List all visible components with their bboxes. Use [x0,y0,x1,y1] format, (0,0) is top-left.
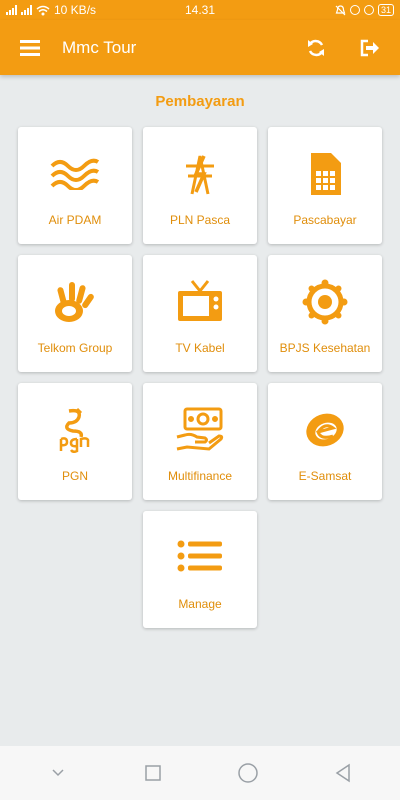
recents-button[interactable] [138,758,168,788]
payment-item-label: E-Samsat [298,469,352,483]
electric-tower-icon [173,149,227,199]
payment-item-label: Multifinance [167,469,233,483]
sim-card-icon [298,149,352,199]
payment-item-label: PGN [61,469,88,483]
menu-icon[interactable] [18,36,42,60]
payment-item-multifinance[interactable]: Multifinance [143,383,257,500]
battery-icon: 31 [377,4,394,16]
payment-item-label: TV Kabel [175,341,225,355]
chevron-down-icon[interactable] [43,758,73,788]
payment-item-label: BPJS Kesehatan [279,341,371,355]
payment-item-e-samsat[interactable]: E-Samsat [268,383,382,500]
system-nav-bar [0,746,400,800]
alarm-icon [363,5,374,15]
sync-status-icon [349,5,360,15]
wifi-icon [36,5,50,15]
signal-icon [6,5,17,15]
network-speed: 10 KB/s [54,3,97,17]
app-bar: Mmc Tour [0,20,400,75]
payment-item-tv-kabel[interactable]: TV Kabel [143,255,257,372]
payment-item-label: Manage [178,597,222,611]
payment-item-label: Telkom Group [37,341,113,355]
payment-item-telkom-group[interactable]: Telkom Group [18,255,132,372]
payment-item-pgn[interactable]: PGN [18,383,132,500]
status-bar: 10 KB/s 14.31 31 [0,0,400,20]
money-hand-icon [173,405,227,455]
telkom-hand-icon [48,277,102,327]
payment-item-label: Pascabayar [293,213,357,227]
logout-icon[interactable] [358,36,382,60]
bpjs-logo-icon [298,277,352,327]
payment-item-label: PLN Pasca [169,213,231,227]
app-title: Mmc Tour [62,37,137,57]
back-button[interactable] [328,758,358,788]
payment-item-label: Air PDAM [48,213,102,227]
signal-icon-2 [21,5,32,15]
section-title: Pembayaran [155,93,245,110]
water-waves-icon [48,149,102,199]
pgn-logo-icon [48,405,102,455]
payment-item-pascabayar[interactable]: Pascabayar [268,127,382,244]
payment-item-bpjs-kesehatan[interactable]: BPJS Kesehatan [268,255,382,372]
home-button[interactable] [233,758,263,788]
payment-item-manage[interactable]: Manage [143,511,257,628]
list-icon [173,533,227,583]
battery-level: 31 [380,5,391,15]
payment-item-air-pdam[interactable]: Air PDAM [18,127,132,244]
refresh-icon[interactable] [304,36,328,60]
payment-item-pln-pasca[interactable]: PLN Pasca [143,127,257,244]
tv-icon [173,277,227,327]
e-samsat-icon [298,405,352,455]
bell-off-icon [335,4,346,15]
